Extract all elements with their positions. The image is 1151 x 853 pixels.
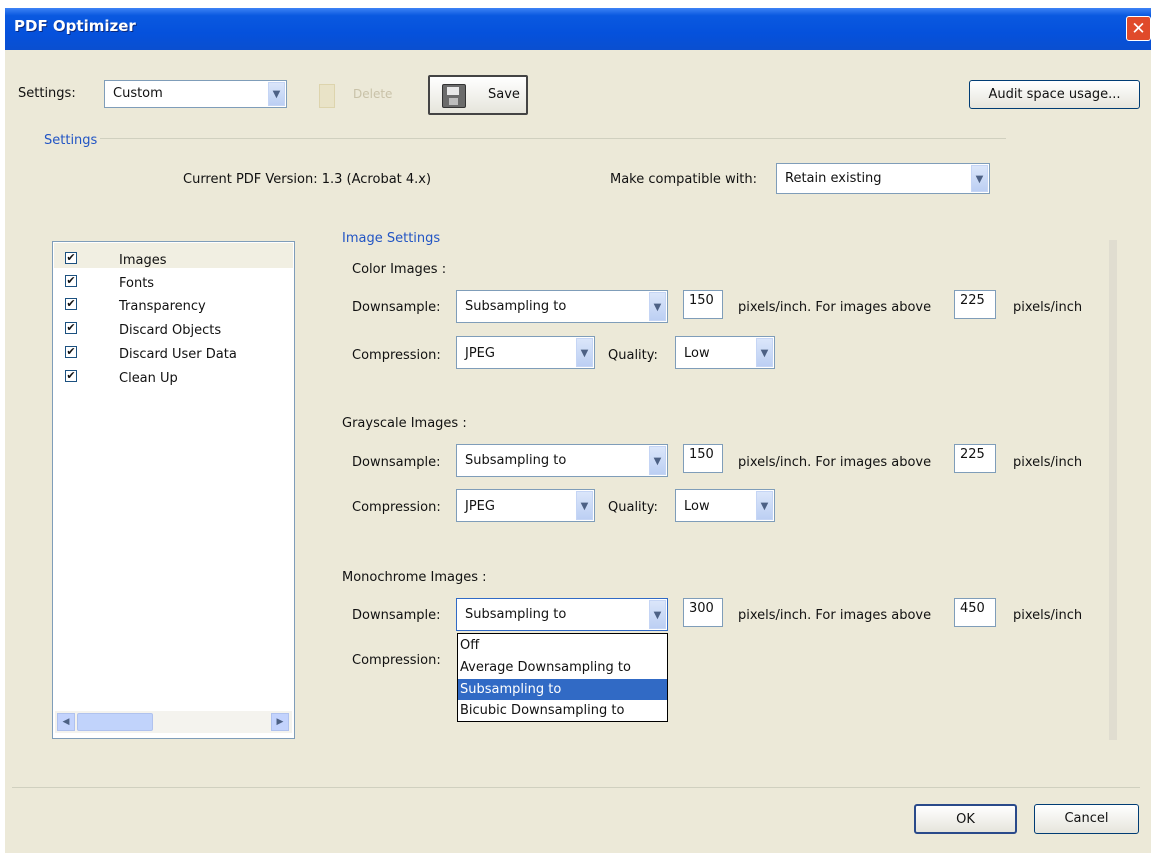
horizontal-scrollbar[interactable]: ◀ ▶ xyxy=(55,711,292,733)
scroll-left-arrow-icon[interactable]: ◀ xyxy=(57,713,75,731)
delete-button[interactable]: Delete xyxy=(305,75,417,115)
ppi-label: pixels/inch xyxy=(1013,608,1083,623)
scrollbar-thumb[interactable] xyxy=(77,713,153,731)
downsample-label: Downsample: xyxy=(352,455,441,470)
compression-value: JPEG xyxy=(465,346,495,361)
chevron-down-icon: ▼ xyxy=(756,338,773,367)
ppi-above-label: pixels/inch. For images above xyxy=(738,455,932,470)
list-item-label: Discard Objects xyxy=(119,323,222,338)
dropdown-option[interactable]: Bicubic Downsampling to xyxy=(458,700,667,721)
color-compression-select[interactable]: JPEG ▼ xyxy=(456,336,595,369)
grayscale-above-input[interactable]: 225 xyxy=(954,444,996,473)
downsample-value: Subsampling to xyxy=(465,607,567,622)
list-item-label: Fonts xyxy=(119,276,155,291)
quality-value: Low xyxy=(684,499,710,514)
downsample-dropdown-list[interactable]: Off Average Downsampling to Subsampling … xyxy=(457,633,668,722)
floppy-disk-icon xyxy=(442,84,466,108)
list-item-discard-user-data[interactable]: ✔ Discard User Data xyxy=(53,344,293,366)
quality-label: Quality: xyxy=(608,348,658,363)
chevron-down-icon: ▼ xyxy=(649,600,666,629)
monochrome-above-input[interactable]: 450 xyxy=(954,598,996,627)
monochrome-images-heading: Monochrome Images : xyxy=(342,570,487,585)
chevron-down-icon: ▼ xyxy=(756,491,773,520)
settings-label: Settings: xyxy=(18,86,76,101)
dropdown-option[interactable]: Average Downsampling to xyxy=(458,657,667,678)
downsample-value: Subsampling to xyxy=(465,299,567,314)
image-settings-title: Image Settings xyxy=(342,231,441,246)
quality-value: Low xyxy=(684,346,710,361)
grayscale-quality-select[interactable]: Low ▼ xyxy=(675,489,775,522)
list-item-transparency[interactable]: ✔ Transparency xyxy=(53,296,293,318)
ppi-label: pixels/inch xyxy=(1013,300,1083,315)
compatible-label: Make compatible with: xyxy=(610,172,758,187)
fonts-checkbox[interactable]: ✔ xyxy=(65,275,77,287)
discard-objects-checkbox[interactable]: ✔ xyxy=(65,322,77,334)
footer-separator xyxy=(12,787,1140,788)
settings-preset-value: Custom xyxy=(113,86,163,101)
ok-button[interactable]: OK xyxy=(914,804,1017,834)
trash-icon xyxy=(319,84,335,108)
settings-separator xyxy=(100,138,1006,139)
scroll-right-arrow-icon[interactable]: ▶ xyxy=(271,713,289,731)
quality-label: Quality: xyxy=(608,500,658,515)
ppi-above-label: pixels/inch. For images above xyxy=(738,300,932,315)
chevron-down-icon: ▼ xyxy=(971,165,988,192)
save-button[interactable]: Save xyxy=(428,75,528,115)
current-pdf-version: Current PDF Version: 1.3 (Acrobat 4.x) xyxy=(183,172,432,187)
compatibility-value: Retain existing xyxy=(785,171,882,186)
monochrome-downsample-select[interactable]: Subsampling to ▼ xyxy=(456,598,668,631)
ppi-label: pixels/inch xyxy=(1013,455,1083,470)
grayscale-ppi-input[interactable]: 150 xyxy=(683,444,723,473)
compression-label: Compression: xyxy=(352,348,441,363)
compatibility-select[interactable]: Retain existing ▼ xyxy=(776,163,990,194)
color-images-heading: Color Images : xyxy=(352,262,447,277)
color-quality-select[interactable]: Low ▼ xyxy=(675,336,775,369)
grayscale-compression-select[interactable]: JPEG ▼ xyxy=(456,489,595,522)
list-item-label: Images xyxy=(119,253,167,268)
compression-label: Compression: xyxy=(352,653,441,668)
chevron-down-icon: ▼ xyxy=(268,82,285,106)
cancel-button[interactable]: Cancel xyxy=(1034,804,1139,834)
save-label: Save xyxy=(488,87,520,102)
chevron-down-icon: ▼ xyxy=(576,491,593,520)
chevron-down-icon: ▼ xyxy=(649,292,666,321)
chevron-down-icon: ▼ xyxy=(649,446,666,475)
clean-up-checkbox[interactable]: ✔ xyxy=(65,370,77,382)
list-item-discard-objects[interactable]: ✔ Discard Objects xyxy=(53,320,293,342)
grayscale-downsample-select[interactable]: Subsampling to ▼ xyxy=(456,444,668,477)
downsample-label: Downsample: xyxy=(352,608,441,623)
compression-value: JPEG xyxy=(465,499,495,514)
ppi-above-label: pixels/inch. For images above xyxy=(738,608,932,623)
panel-list[interactable]: ✔ Images ✔ Fonts ✔ Transparency ✔ Discar… xyxy=(52,241,295,739)
color-downsample-select[interactable]: Subsampling to ▼ xyxy=(456,290,668,323)
list-item-fonts[interactable]: ✔ Fonts xyxy=(53,273,293,295)
downsample-label: Downsample: xyxy=(352,300,441,315)
audit-space-usage-button[interactable]: Audit space usage... xyxy=(969,80,1140,109)
downsample-value: Subsampling to xyxy=(465,453,567,468)
list-item-label: Transparency xyxy=(119,299,206,314)
monochrome-ppi-input[interactable]: 300 xyxy=(683,598,723,627)
grayscale-images-heading: Grayscale Images : xyxy=(342,416,467,431)
list-item-clean-up[interactable]: ✔ Clean Up xyxy=(53,368,293,390)
color-above-input[interactable]: 225 xyxy=(954,290,996,319)
list-item-label: Clean Up xyxy=(119,371,178,386)
settings-preset-select[interactable]: Custom ▼ xyxy=(104,80,287,108)
transparency-checkbox[interactable]: ✔ xyxy=(65,298,77,310)
window-title: PDF Optimizer xyxy=(14,17,136,35)
panel-edge xyxy=(1109,240,1117,740)
settings-section-title: Settings xyxy=(44,133,98,148)
dropdown-option-selected[interactable]: Subsampling to xyxy=(458,679,667,700)
list-item-label: Discard User Data xyxy=(119,347,237,362)
discard-user-data-checkbox[interactable]: ✔ xyxy=(65,346,77,358)
dropdown-option[interactable]: Off xyxy=(458,635,667,656)
close-button[interactable]: ✕ xyxy=(1126,16,1151,41)
list-item-images[interactable]: ✔ Images xyxy=(53,250,293,272)
compression-label: Compression: xyxy=(352,500,441,515)
delete-label: Delete xyxy=(353,87,393,101)
chevron-down-icon: ▼ xyxy=(576,338,593,367)
title-bar[interactable] xyxy=(5,8,1151,50)
color-ppi-input[interactable]: 150 xyxy=(683,290,723,319)
images-checkbox[interactable]: ✔ xyxy=(65,252,77,264)
